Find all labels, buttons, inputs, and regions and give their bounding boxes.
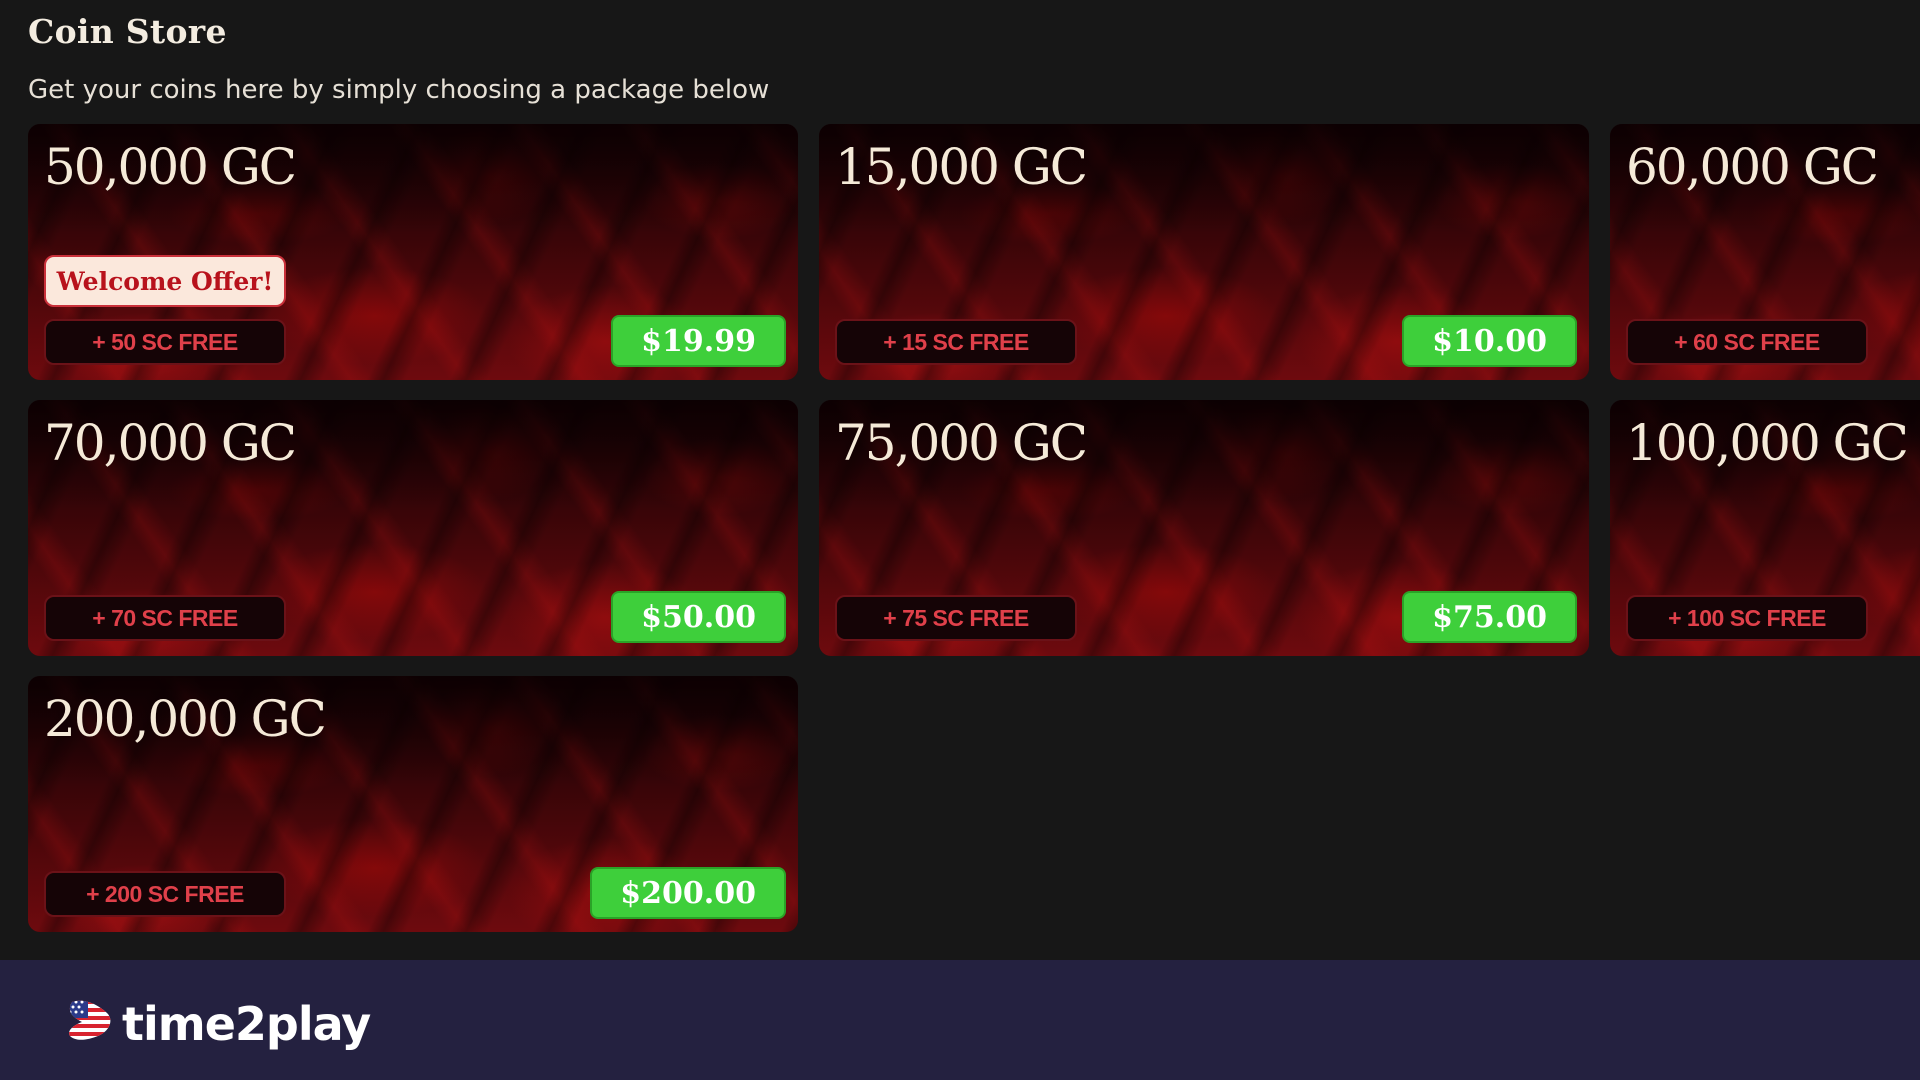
package-amount: 100,000 GC (1626, 414, 1909, 472)
time2play-logo[interactable]: time2play (64, 996, 371, 1051)
package-amount: 50,000 GC (44, 138, 297, 196)
buy-button[interactable]: $200.00 (590, 867, 786, 919)
buy-button[interactable]: $50.00 (611, 591, 786, 643)
page-subtitle: Get your coins here by simply choosing a… (28, 75, 770, 105)
package-card[interactable]: 100,000 GC + 100 SC FREE (1610, 400, 1920, 656)
bonus-badge: + 70 SC FREE (44, 595, 286, 641)
buy-button[interactable]: $75.00 (1402, 591, 1577, 643)
footer-bar: time2play (0, 960, 1920, 1080)
package-amount: 15,000 GC (835, 138, 1088, 196)
page-title: Coin Store (28, 12, 227, 51)
welcome-offer-badge: Welcome Offer! (44, 255, 286, 307)
package-card[interactable]: 75,000 GC + 75 SC FREE $75.00 (819, 400, 1589, 656)
package-amount: 200,000 GC (44, 690, 327, 748)
us-flag-icon (64, 996, 114, 1051)
bonus-badge: + 100 SC FREE (1626, 595, 1868, 641)
package-amount: 75,000 GC (835, 414, 1088, 472)
package-card[interactable]: 70,000 GC + 70 SC FREE $50.00 (28, 400, 798, 656)
package-card[interactable]: 15,000 GC + 15 SC FREE $10.00 (819, 124, 1589, 380)
package-card[interactable]: 50,000 GC Welcome Offer! + 50 SC FREE $1… (28, 124, 798, 380)
logo-text: time2play (122, 996, 371, 1051)
package-card[interactable]: 200,000 GC + 200 SC FREE $200.00 (28, 676, 798, 932)
bonus-badge: + 15 SC FREE (835, 319, 1077, 365)
package-card[interactable]: 60,000 GC + 60 SC FREE (1610, 124, 1920, 380)
bonus-badge: + 75 SC FREE (835, 595, 1077, 641)
package-amount: 60,000 GC (1626, 138, 1879, 196)
bonus-badge: + 200 SC FREE (44, 871, 286, 917)
buy-button[interactable]: $10.00 (1402, 315, 1577, 367)
store-header: Coin Store Get your coins here by simply… (28, 12, 769, 105)
bonus-badge: + 60 SC FREE (1626, 319, 1868, 365)
bonus-badge: + 50 SC FREE (44, 319, 286, 365)
package-grid: 50,000 GC Welcome Offer! + 50 SC FREE $1… (28, 124, 1920, 934)
package-amount: 70,000 GC (44, 414, 297, 472)
buy-button[interactable]: $19.99 (611, 315, 786, 367)
